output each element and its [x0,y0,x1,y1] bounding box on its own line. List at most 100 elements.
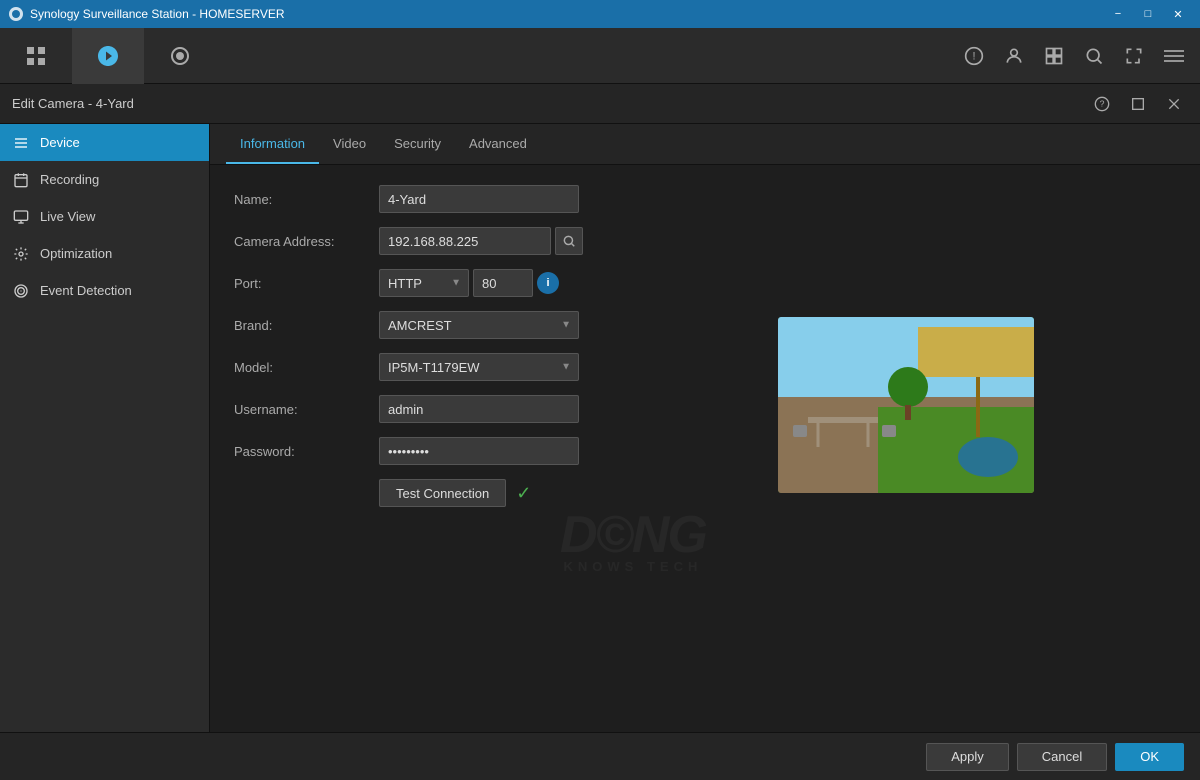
name-label: Name: [234,192,379,207]
main-toolbar: ! [0,28,1200,84]
ok-button[interactable]: OK [1115,743,1184,771]
window-title: Synology Surveillance Station - HOMESERV… [30,7,285,21]
password-field-wrap [379,437,579,465]
password-input[interactable] [379,437,579,465]
target-icon [12,282,30,300]
help-button[interactable]: ? [1088,90,1116,118]
layout-icon [1044,46,1064,66]
layout-button[interactable] [1036,38,1072,74]
username-label: Username: [234,402,379,417]
search-small-icon [562,234,576,248]
sidebar-optimization-label: Optimization [40,246,112,261]
sidebar-item-recording[interactable]: Recording [0,161,209,198]
camera-address-row: Camera Address: [234,227,1176,255]
alert-icon: ! [964,46,984,66]
sidebar-eventdetection-label: Event Detection [40,283,132,298]
camera-address-inputs [379,227,583,255]
help-icon: ? [1094,96,1110,112]
tab-information[interactable]: Information [226,124,319,164]
watermark: D©NG KNOWS TECH [560,505,706,574]
camera-address-label: Camera Address: [234,234,379,249]
monitor-icon [12,208,30,226]
close-dialog-button[interactable] [1160,90,1188,118]
app-icon [8,6,24,22]
camera-address-input[interactable] [379,227,551,255]
camera-preview [778,317,1034,493]
brand-select[interactable]: AMCREST [379,311,579,339]
watermark-subtitle: KNOWS TECH [560,559,706,574]
brand-select-wrap: AMCREST ▼ [379,311,579,339]
watermark-logo: D©NG [560,505,706,565]
menu-button[interactable] [1156,38,1192,74]
close-window-button[interactable]: ✕ [1164,0,1192,28]
maximize-button[interactable]: □ [1134,0,1162,28]
name-input[interactable] [379,185,579,213]
tab-bar: Information Video Security Advanced [210,124,1200,165]
brand-row: Brand: AMCREST ▼ [234,311,1176,339]
sidebar-item-eventdetection[interactable]: Event Detection [0,272,209,309]
search-button[interactable] [1076,38,1112,74]
toolbar-overview-button[interactable] [0,28,72,84]
info-icon: i [546,277,549,289]
tab-video[interactable]: Video [319,124,380,164]
port-info-button[interactable]: i [537,272,559,294]
model-row: Model: IP5M-T1179EW ▼ [234,353,1176,381]
name-field-wrap [379,185,579,213]
alert-button[interactable]: ! [956,38,992,74]
model-select[interactable]: IP5M-T1179EW [379,353,579,381]
camera-search-button[interactable] [555,227,583,255]
toolbar-recording-button[interactable] [144,28,216,84]
model-select-wrap: IP5M-T1179EW ▼ [379,353,579,381]
preview-image [778,317,1034,493]
sidebar-item-liveview[interactable]: Live View [0,198,209,235]
protocol-select[interactable]: HTTP HTTPS RTSP [379,269,469,297]
main-area: Device Recording Live View Optimization [0,124,1200,780]
window-controls: − □ ✕ [1104,0,1192,28]
toolbar-right-actions: ! [956,38,1200,74]
model-label: Model: [234,360,379,375]
cancel-button[interactable]: Cancel [1017,743,1107,771]
apply-button[interactable]: Apply [926,743,1009,771]
list-icon [12,134,30,152]
svg-text:!: ! [972,50,975,62]
sidebar-device-label: Device [40,135,80,150]
username-field-wrap [379,395,579,423]
account-icon [1004,46,1024,66]
sub-actions: ? [1088,90,1188,118]
fullscreen-button[interactable] [1116,38,1152,74]
content-area: Information Video Security Advanced Name… [210,124,1200,780]
protocol-select-wrap: HTTP HTTPS RTSP ▼ [379,269,469,297]
title-bar: Synology Surveillance Station - HOMESERV… [0,0,1200,28]
port-label: Port: [234,276,379,291]
preview-svg [778,317,1034,493]
sub-title: Edit Camera - 4-Yard [12,96,134,111]
camera-icon [96,44,120,68]
password-label: Password: [234,444,379,459]
grid-icon [24,44,48,68]
svg-text:?: ? [1100,98,1105,108]
tab-advanced[interactable]: Advanced [455,124,541,164]
brand-label: Brand: [234,318,379,333]
connection-success-icon: ✓ [516,483,531,504]
sidebar-liveview-label: Live View [40,209,95,224]
calendar-icon [12,171,30,189]
sidebar-recording-label: Recording [40,172,99,187]
tab-security[interactable]: Security [380,124,455,164]
test-connection-button[interactable]: Test Connection [379,479,506,507]
close-icon [1166,96,1182,112]
sidebar: Device Recording Live View Optimization [0,124,210,780]
sidebar-item-device[interactable]: Device [0,124,209,161]
restore-button[interactable] [1124,90,1152,118]
footer: Apply Cancel OK [0,732,1200,780]
toolbar-camera-button[interactable] [72,28,144,84]
port-input[interactable] [473,269,533,297]
account-button[interactable] [996,38,1032,74]
port-inputs: HTTP HTTPS RTSP ▼ i [379,269,559,297]
port-row: Port: HTTP HTTPS RTSP ▼ i [234,269,1176,297]
fullscreen-icon [1124,46,1144,66]
sidebar-item-optimization[interactable]: Optimization [0,235,209,272]
name-row: Name: [234,185,1176,213]
minimize-button[interactable]: − [1104,0,1132,28]
username-input[interactable] [379,395,579,423]
menu-icon [1164,46,1184,66]
